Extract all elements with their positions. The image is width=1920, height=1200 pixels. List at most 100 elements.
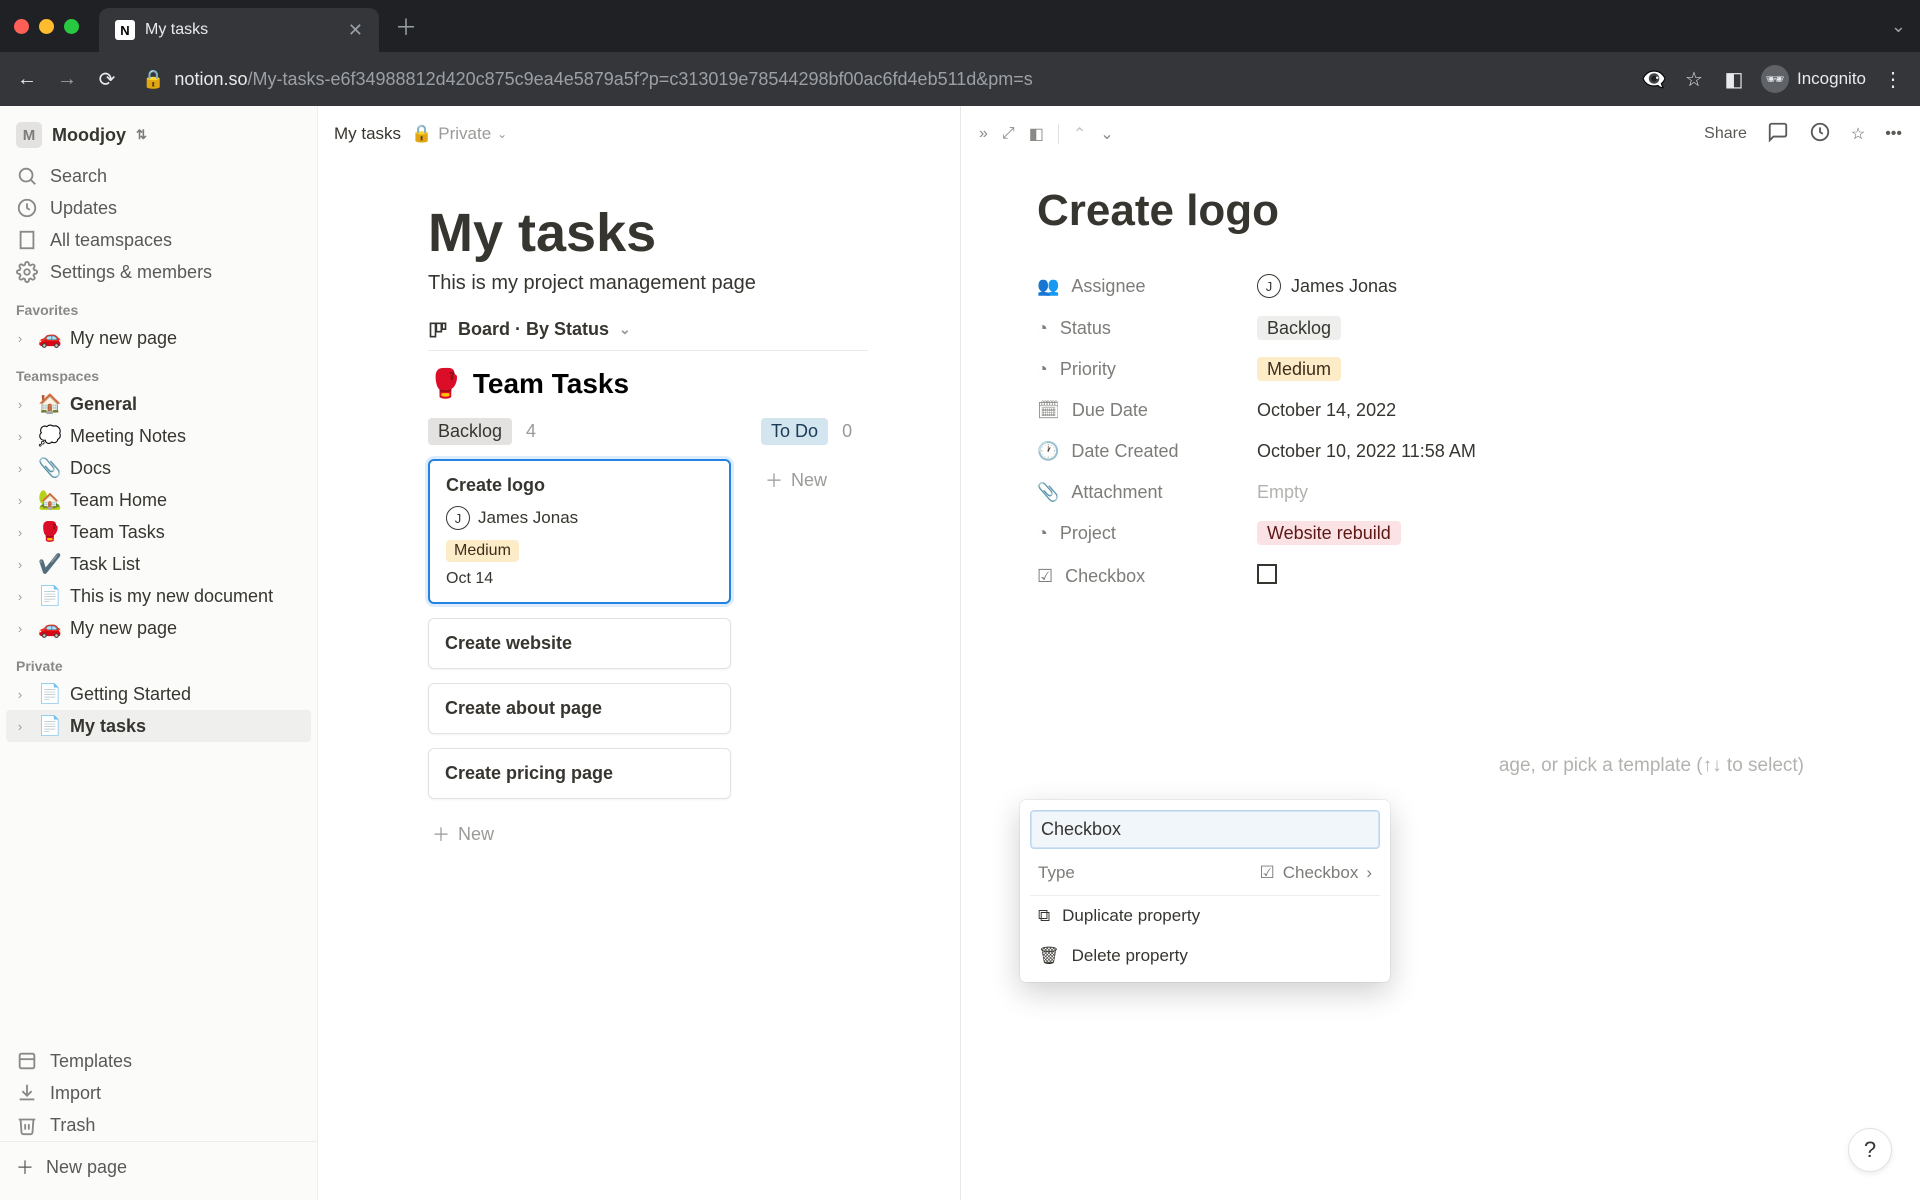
- sidebar-teamspace-general[interactable]: › 🏠 General: [0, 388, 317, 420]
- sidebar-settings[interactable]: Settings & members: [0, 256, 317, 288]
- chevron-right-icon[interactable]: ›: [10, 621, 30, 636]
- page-label: Docs: [70, 458, 111, 479]
- help-button[interactable]: ?: [1848, 1128, 1892, 1172]
- eye-off-icon[interactable]: 👁‍🗨: [1641, 66, 1667, 92]
- chrome-menu-icon[interactable]: ⋮: [1880, 66, 1906, 92]
- visibility-label: Private: [438, 124, 491, 144]
- view-switcher[interactable]: Board · By Status ⌄: [428, 319, 868, 350]
- reload-icon[interactable]: ⟳: [94, 66, 120, 92]
- sidebar-templates[interactable]: Templates: [0, 1045, 317, 1077]
- chevron-right-icon[interactable]: ›: [10, 589, 30, 604]
- property-project[interactable]: ◔Project Website rebuild: [1037, 513, 1844, 554]
- chevron-right-icon[interactable]: ›: [10, 397, 30, 412]
- sidebar-favorite-item[interactable]: › 🚗 My new page: [0, 322, 317, 354]
- status-icon: ◔: [1037, 318, 1048, 339]
- page-title[interactable]: My tasks: [428, 202, 868, 264]
- chevron-right-icon[interactable]: ›: [10, 429, 30, 444]
- chevron-right-icon[interactable]: ›: [10, 525, 30, 540]
- property-assignee[interactable]: 👥Assignee J James Jonas: [1037, 264, 1844, 308]
- chevron-right-icon[interactable]: ›: [10, 687, 30, 702]
- card-date: Oct 14: [446, 570, 713, 588]
- next-page-icon[interactable]: ⌄: [1100, 124, 1113, 144]
- sidebar-page-new-document[interactable]: › 📄 This is my new document: [0, 580, 317, 612]
- sidebar-page-team-home[interactable]: › 🏡 Team Home: [0, 484, 317, 516]
- property-due-date[interactable]: 🗓Due Date October 14, 2022: [1037, 390, 1844, 431]
- chevron-right-icon[interactable]: ›: [10, 557, 30, 572]
- sidebar-page-my-tasks[interactable]: › 📄 My tasks: [6, 710, 311, 742]
- side-panel-icon[interactable]: ◧: [1721, 66, 1747, 92]
- expand-icon[interactable]: ⤢: [1002, 125, 1015, 143]
- page-label: My new page: [70, 328, 177, 349]
- maximize-window-icon[interactable]: [64, 19, 79, 34]
- sidebar-search[interactable]: Search: [0, 160, 317, 192]
- property-attachment[interactable]: 📎Attachment Empty: [1037, 472, 1844, 513]
- browser-tab[interactable]: N My tasks ✕: [99, 8, 379, 52]
- sidebar-all-teamspaces[interactable]: All teamspaces: [0, 224, 317, 256]
- new-card-button[interactable]: ＋ New: [428, 813, 731, 855]
- sidebar-trash[interactable]: Trash: [0, 1109, 317, 1141]
- board-card[interactable]: Create pricing page: [428, 748, 731, 799]
- back-icon[interactable]: ←: [14, 66, 40, 92]
- column-header[interactable]: Backlog 4: [428, 410, 731, 459]
- board-card[interactable]: Create website: [428, 618, 731, 669]
- updates-icon[interactable]: [1809, 121, 1831, 148]
- share-button[interactable]: Share: [1704, 125, 1747, 143]
- card-title: Create pricing page: [445, 763, 714, 784]
- sidebar-label: Settings & members: [50, 262, 212, 283]
- chevron-right-icon[interactable]: ›: [10, 461, 30, 476]
- duplicate-property-button[interactable]: ⧉ Duplicate property: [1030, 896, 1380, 936]
- property-status[interactable]: ◔Status Backlog: [1037, 308, 1844, 349]
- new-page-button[interactable]: ＋ New page: [0, 1141, 317, 1192]
- forward-icon[interactable]: →: [54, 66, 80, 92]
- sidebar-page-my-new-page[interactable]: › 🚗 My new page: [0, 612, 317, 644]
- sidebar-page-task-list[interactable]: › ✔️ Task List: [0, 548, 317, 580]
- chevron-right-icon[interactable]: ›: [10, 331, 30, 346]
- board-card[interactable]: Create about page: [428, 683, 731, 734]
- close-peek-icon[interactable]: »: [979, 125, 988, 143]
- separator: [1058, 124, 1059, 144]
- workspace-switcher[interactable]: M Moodjoy ⇅: [0, 114, 317, 160]
- new-card-button[interactable]: ＋ New: [761, 459, 868, 501]
- bookmark-star-icon[interactable]: ☆: [1681, 66, 1707, 92]
- address-bar[interactable]: 🔒 notion.so/My-tasks-e6f34988812d420c875…: [134, 69, 1627, 90]
- delete-property-button[interactable]: 🗑 Delete property: [1030, 936, 1380, 976]
- breadcrumb[interactable]: My tasks 🔒 Private ⌄: [334, 124, 507, 144]
- incognito-indicator[interactable]: 🕶 Incognito: [1761, 65, 1866, 93]
- comments-icon[interactable]: [1767, 121, 1789, 148]
- minimize-window-icon[interactable]: [39, 19, 54, 34]
- new-tab-button[interactable]: ＋: [395, 10, 417, 42]
- template-icon: [16, 1050, 38, 1072]
- sidebar-page-docs[interactable]: › 📎 Docs: [0, 452, 317, 484]
- menu-item-label: Delete property: [1072, 946, 1188, 966]
- peek-mode-icon[interactable]: ◧: [1029, 124, 1044, 144]
- close-window-icon[interactable]: [14, 19, 29, 34]
- property-checkbox[interactable]: ☑Checkbox: [1037, 554, 1844, 599]
- checkbox-input[interactable]: [1257, 564, 1277, 584]
- sidebar-import[interactable]: Import: [0, 1077, 317, 1109]
- more-menu-icon[interactable]: •••: [1885, 125, 1902, 143]
- property-priority[interactable]: ◔Priority Medium: [1037, 349, 1844, 390]
- sidebar-updates[interactable]: Updates: [0, 192, 317, 224]
- chrome-tablist-menu-icon[interactable]: ⌄: [1891, 16, 1906, 37]
- property-type-row[interactable]: Type ☑ Checkbox ›: [1030, 849, 1380, 896]
- board-card[interactable]: Create logo J James Jonas Medium Oct 14: [428, 459, 731, 604]
- sidebar-page-getting-started[interactable]: › 📄 Getting Started: [0, 678, 317, 710]
- view-label: Board · By Status: [458, 319, 609, 340]
- sidebar-label: Trash: [50, 1115, 95, 1136]
- sidebar-label: Templates: [50, 1051, 132, 1072]
- chevron-right-icon[interactable]: ›: [10, 719, 30, 734]
- sidebar-page-team-tasks[interactable]: › 🥊 Team Tasks: [0, 516, 317, 548]
- database-title[interactable]: 🥊 Team Tasks: [428, 367, 868, 400]
- property-date-created[interactable]: 🕐Date Created October 10, 2022 11:58 AM: [1037, 431, 1844, 472]
- favorite-star-icon[interactable]: ☆: [1851, 124, 1865, 144]
- visibility-badge[interactable]: 🔒 Private ⌄: [411, 124, 507, 144]
- property-name-input[interactable]: [1030, 810, 1380, 849]
- page-subtitle[interactable]: This is my project management page: [428, 272, 868, 295]
- sidebar-page-meeting-notes[interactable]: › 💭 Meeting Notes: [0, 420, 317, 452]
- peek-title[interactable]: Create logo: [1037, 186, 1844, 236]
- column-header[interactable]: To Do 0: [761, 410, 868, 459]
- prev-page-icon[interactable]: ⌃: [1073, 124, 1086, 144]
- close-tab-icon[interactable]: ✕: [348, 20, 363, 41]
- property-value: Medium: [1257, 357, 1341, 381]
- chevron-right-icon[interactable]: ›: [10, 493, 30, 508]
